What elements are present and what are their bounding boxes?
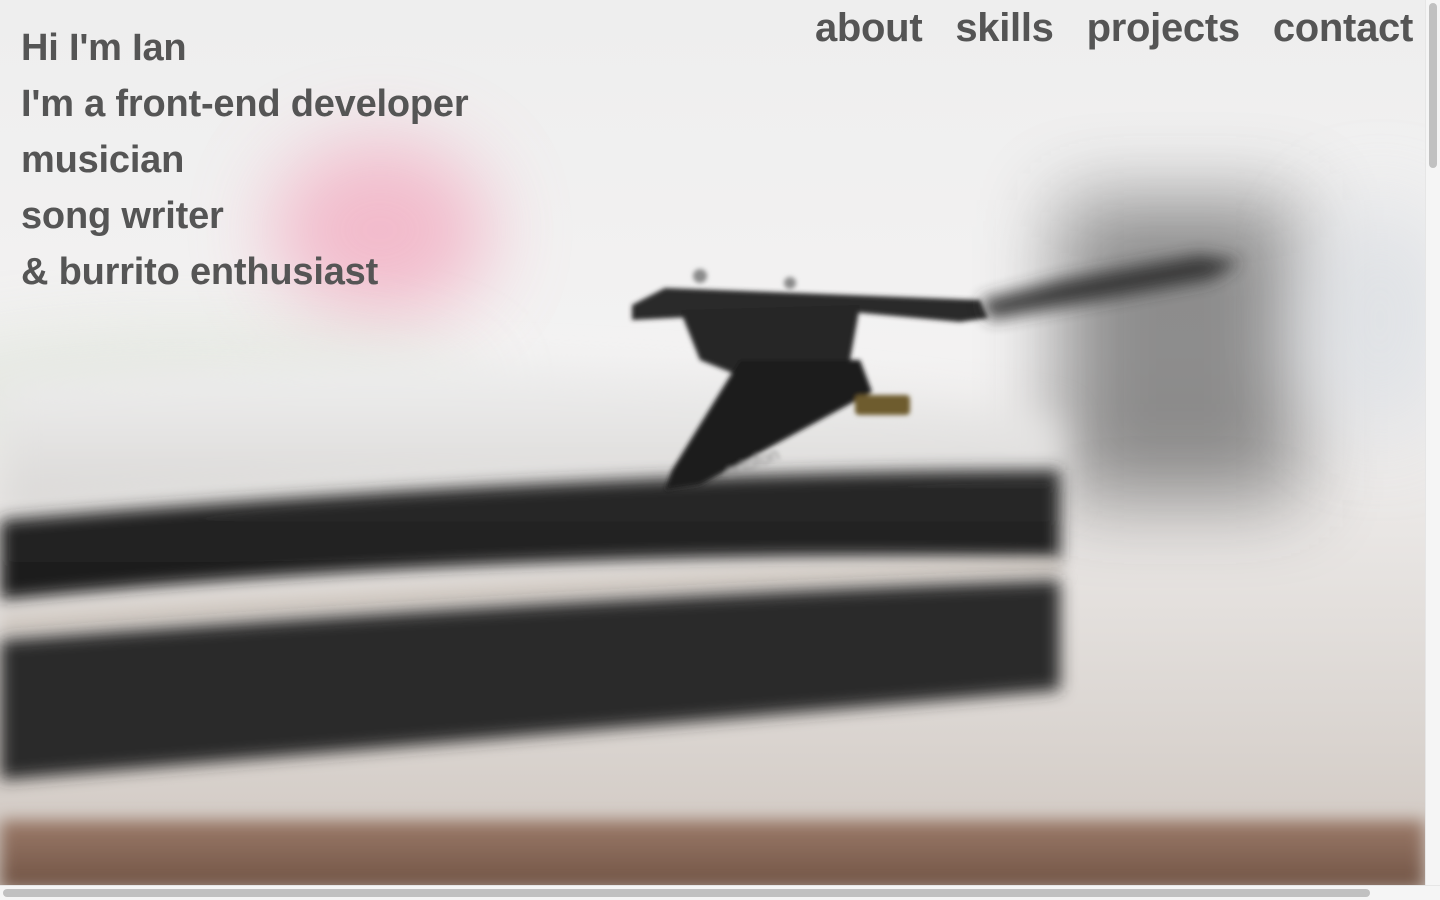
horizontal-scrollbar[interactable] [0, 885, 1440, 900]
horizontal-scrollbar-thumb[interactable] [3, 889, 1370, 897]
main-nav: about skills projects contact [815, 4, 1413, 52]
nav-link-projects[interactable]: projects [1087, 6, 1241, 50]
nav-item-about: about [815, 4, 923, 52]
nav-link-about[interactable]: about [815, 6, 923, 50]
intro-line-songwriter: song writer [21, 195, 224, 237]
intro-line-musician: musician [21, 139, 185, 181]
nav-link-skills[interactable]: skills [955, 6, 1054, 50]
vertical-scrollbar-thumb[interactable] [1429, 3, 1437, 168]
intro-line-role: I'm a front-end developer [21, 83, 469, 125]
vertical-scrollbar[interactable] [1425, 0, 1440, 885]
nav-link-contact[interactable]: contact [1273, 6, 1413, 50]
browser-viewport: ortofon Hi I'm Ian I'm a front-end devel… [0, 0, 1440, 900]
intro-line-burrito: & burrito enthusiast [21, 251, 379, 293]
nav-item-contact: contact [1273, 4, 1413, 52]
nav-item-projects: projects [1087, 4, 1241, 52]
nav-item-skills: skills [955, 4, 1054, 52]
intro-line-greeting: Hi I'm Ian [21, 27, 187, 69]
intro-text: Hi I'm Ian I'm a front-end developer mus… [21, 20, 469, 300]
